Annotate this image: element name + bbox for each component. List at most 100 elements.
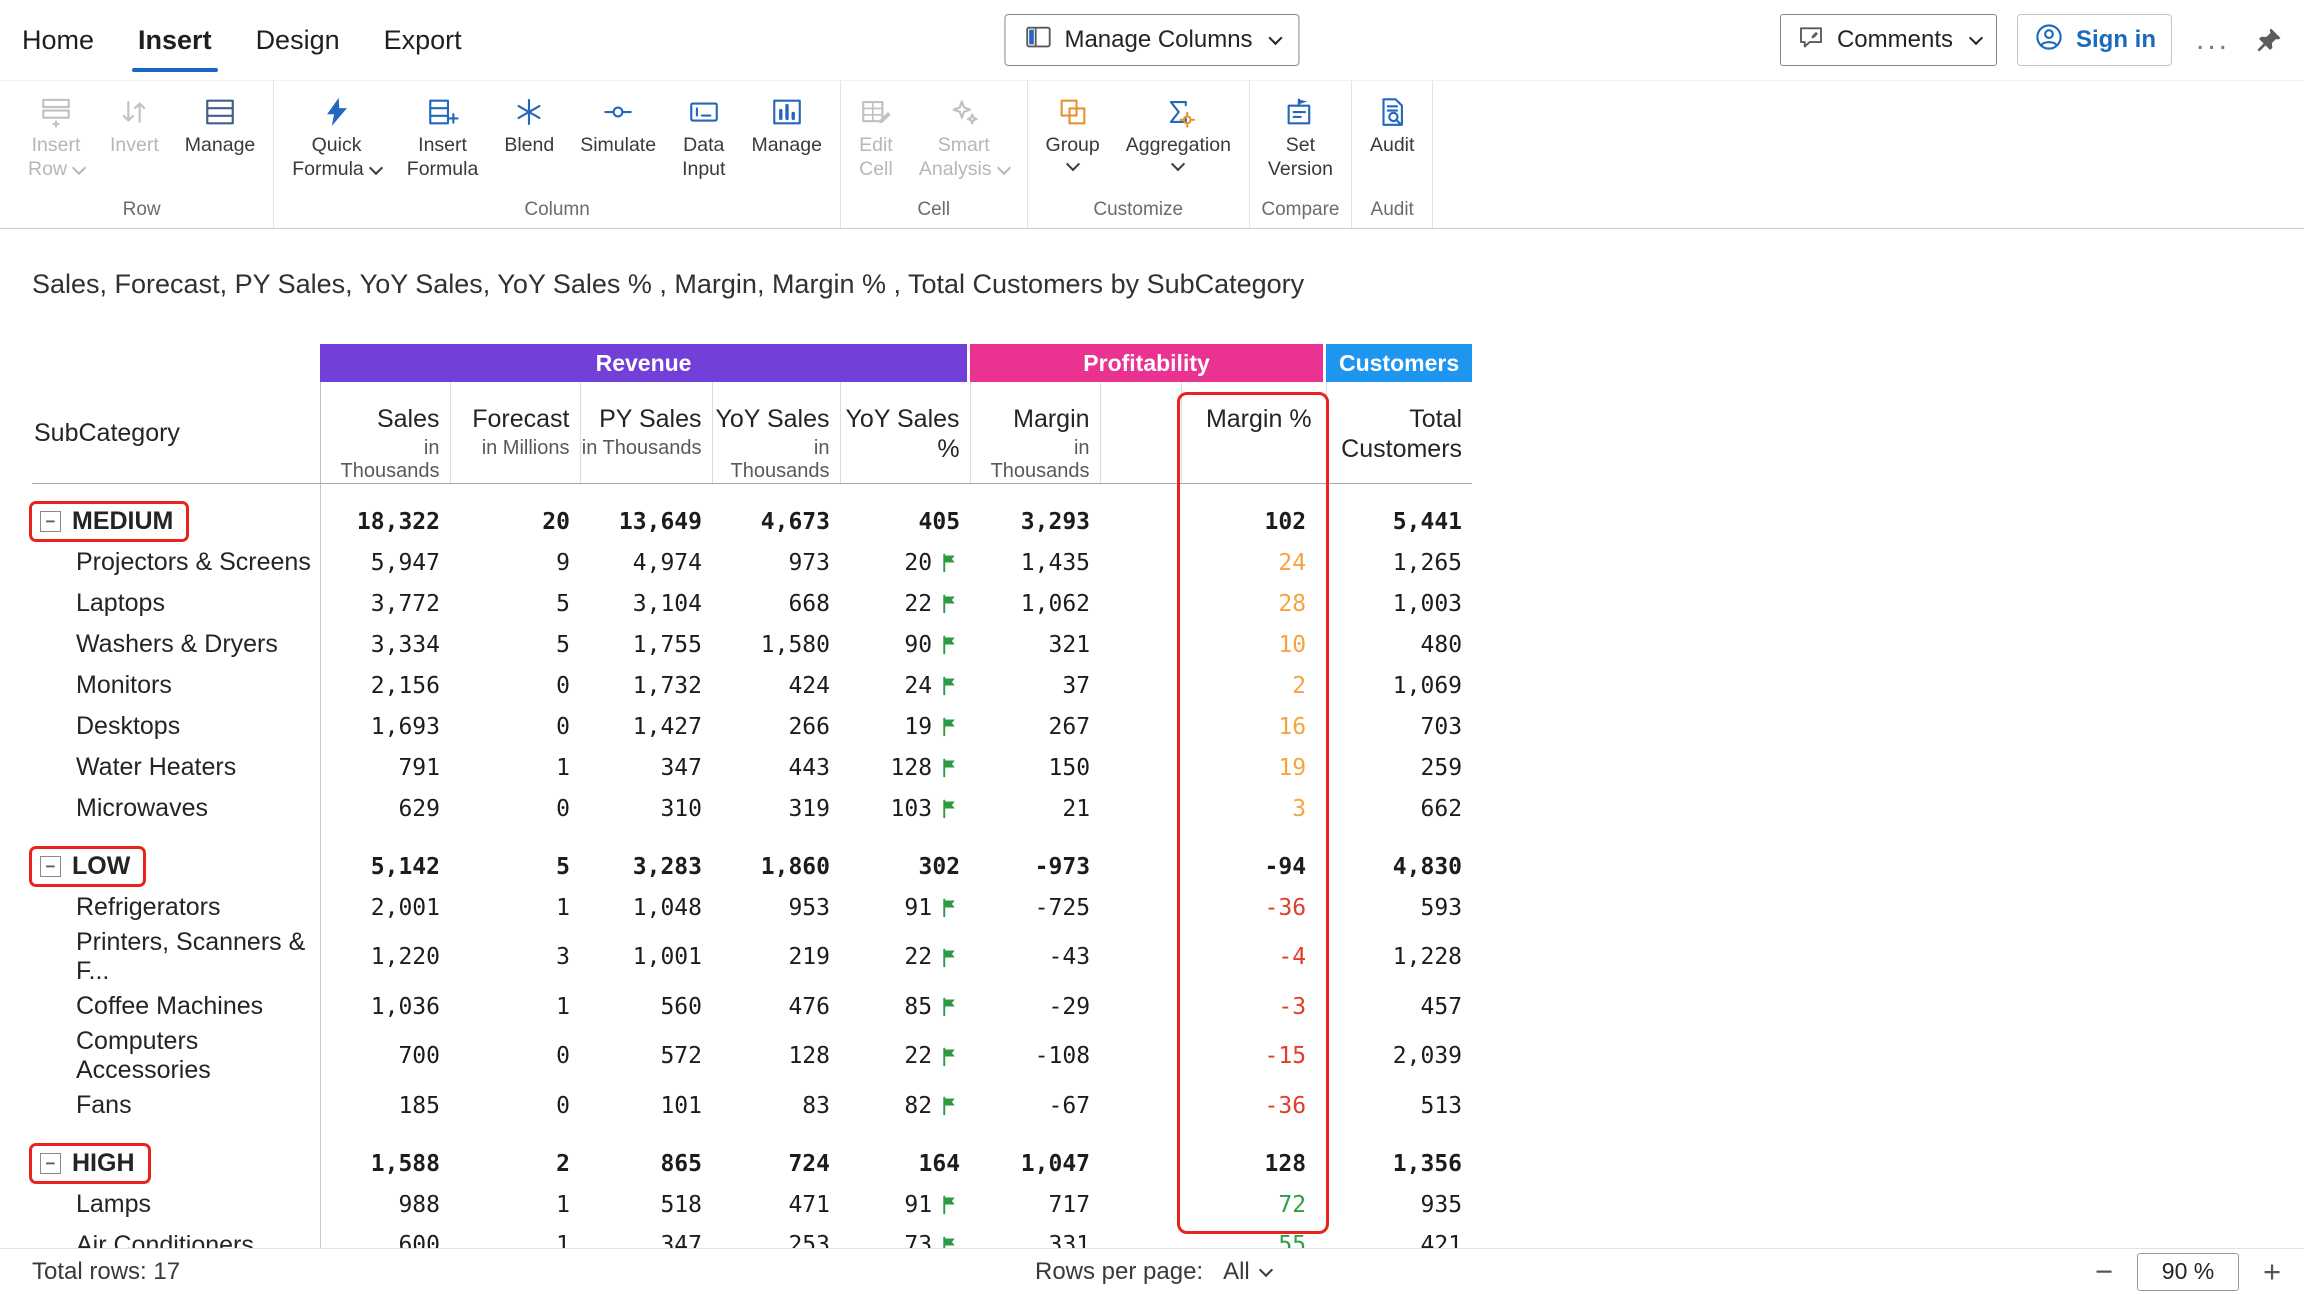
cell-py_sales[interactable]: 101 <box>580 1085 712 1126</box>
collapse-icon[interactable]: − <box>40 1153 61 1174</box>
ribbon-item-simulate[interactable]: Simulate <box>567 81 669 157</box>
cell-forecast[interactable]: 1 <box>450 747 580 788</box>
cell-margin_pct[interactable]: 19 <box>1181 747 1326 788</box>
cell-py_sales[interactable]: 1,048 <box>580 887 712 928</box>
ribbon-item-manage[interactable]: Manage <box>738 81 834 157</box>
tab-export[interactable]: Export <box>362 0 484 80</box>
cell-forecast[interactable]: 9 <box>450 542 580 583</box>
cell-yoy_pct[interactable]: 164 <box>840 1126 970 1184</box>
subcategory-cell[interactable]: −HIGH <box>32 1126 320 1184</box>
cell-sales[interactable]: 700 <box>320 1027 450 1085</box>
col-header-subcategory[interactable]: SubCategory <box>32 382 320 484</box>
cell-margin_pct[interactable]: 10 <box>1181 624 1326 665</box>
cell-margin[interactable]: 1,435 <box>970 542 1100 583</box>
cell-forecast[interactable]: 1 <box>450 1184 580 1225</box>
cell-yoy_pct[interactable]: 405 <box>840 484 970 543</box>
ribbon-item-set-version[interactable]: Set Version <box>1255 81 1346 181</box>
subcategory-cell[interactable]: Laptops <box>32 583 320 624</box>
cell-forecast[interactable]: 0 <box>450 665 580 706</box>
cell-py_sales[interactable]: 560 <box>580 986 712 1027</box>
cell-margin_pct[interactable]: -36 <box>1181 887 1326 928</box>
cell-margin[interactable]: 150 <box>970 747 1100 788</box>
cell-sales[interactable]: 185 <box>320 1085 450 1126</box>
cell-py_sales[interactable]: 13,649 <box>580 484 712 543</box>
cell-margin[interactable]: 717 <box>970 1184 1100 1225</box>
cell-margin[interactable]: 267 <box>970 706 1100 747</box>
subcategory-cell[interactable]: Refrigerators <box>32 887 320 928</box>
cell-customers[interactable]: 1,265 <box>1326 542 1472 583</box>
col-header-yoy-sales-pct[interactable]: YoY Sales % <box>840 382 970 484</box>
col-header-forecast[interactable]: Forecastin Millions <box>450 382 580 484</box>
col-header-py-sales[interactable]: PY Salesin Thousands <box>580 382 712 484</box>
cell-yoy_pct[interactable]: 24 <box>840 665 970 706</box>
cell-yoy_sales[interactable]: 1,860 <box>712 829 840 887</box>
ribbon-item-data-input[interactable]: Data Input <box>669 81 738 181</box>
cell-customers[interactable]: 1,228 <box>1326 928 1472 986</box>
cell-customers[interactable]: 259 <box>1326 747 1472 788</box>
cell-customers[interactable]: 662 <box>1326 788 1472 829</box>
cell-margin_pct[interactable]: -15 <box>1181 1027 1326 1085</box>
cell-sales[interactable]: 2,001 <box>320 887 450 928</box>
cell-py_sales[interactable]: 572 <box>580 1027 712 1085</box>
cell-customers[interactable]: 480 <box>1326 624 1472 665</box>
cell-yoy_sales[interactable]: 1,580 <box>712 624 840 665</box>
cell-forecast[interactable]: 2 <box>450 1126 580 1184</box>
cell-py_sales[interactable]: 310 <box>580 788 712 829</box>
cell-sales[interactable]: 1,036 <box>320 986 450 1027</box>
tab-design[interactable]: Design <box>234 0 362 80</box>
cell-py_sales[interactable]: 4,974 <box>580 542 712 583</box>
ribbon-item-audit[interactable]: Audit <box>1357 81 1427 157</box>
subcategory-cell[interactable]: Monitors <box>32 665 320 706</box>
subcategory-cell[interactable]: −LOW <box>32 829 320 887</box>
cell-margin_pct[interactable]: 3 <box>1181 788 1326 829</box>
cell-yoy_sales[interactable]: 724 <box>712 1126 840 1184</box>
cell-margin[interactable]: 1,047 <box>970 1126 1100 1184</box>
cell-py_sales[interactable]: 1,732 <box>580 665 712 706</box>
cell-margin_pct[interactable]: 72 <box>1181 1184 1326 1225</box>
cell-yoy_sales[interactable]: 668 <box>712 583 840 624</box>
cell-margin_pct[interactable]: -36 <box>1181 1085 1326 1126</box>
cell-sales[interactable]: 988 <box>320 1184 450 1225</box>
cell-margin[interactable]: -43 <box>970 928 1100 986</box>
cell-forecast[interactable]: 1 <box>450 986 580 1027</box>
cell-yoy_sales[interactable]: 973 <box>712 542 840 583</box>
subcategory-cell[interactable]: Lamps <box>32 1184 320 1225</box>
cell-py_sales[interactable]: 518 <box>580 1184 712 1225</box>
col-header-margin[interactable]: Marginin Thousands <box>970 382 1100 484</box>
cell-sales[interactable]: 791 <box>320 747 450 788</box>
cell-sales[interactable]: 3,334 <box>320 624 450 665</box>
cell-margin_pct[interactable]: -94 <box>1181 829 1326 887</box>
cell-customers[interactable]: 457 <box>1326 986 1472 1027</box>
cell-customers[interactable]: 4,830 <box>1326 829 1472 887</box>
col-header-margin-pct[interactable]: Margin % <box>1181 382 1326 484</box>
cell-py_sales[interactable]: 1,001 <box>580 928 712 986</box>
cell-sales[interactable]: 18,322 <box>320 484 450 543</box>
cell-margin_pct[interactable]: 24 <box>1181 542 1326 583</box>
cell-forecast[interactable]: 5 <box>450 829 580 887</box>
pin-icon[interactable] <box>2254 25 2284 55</box>
cell-yoy_pct[interactable]: 103 <box>840 788 970 829</box>
cell-py_sales[interactable]: 1,755 <box>580 624 712 665</box>
cell-customers[interactable]: 935 <box>1326 1184 1472 1225</box>
cell-yoy_sales[interactable]: 219 <box>712 928 840 986</box>
cell-margin[interactable]: 37 <box>970 665 1100 706</box>
ribbon-item-insert-formula[interactable]: Insert Formula <box>394 81 492 181</box>
subcategory-cell[interactable]: Washers & Dryers <box>32 624 320 665</box>
cell-yoy_pct[interactable]: 19 <box>840 706 970 747</box>
zoom-in-button[interactable]: + <box>2256 1256 2288 1287</box>
cell-yoy_pct[interactable]: 302 <box>840 829 970 887</box>
comments-button[interactable]: Comments <box>1780 14 1997 66</box>
cell-margin[interactable]: -67 <box>970 1085 1100 1126</box>
cell-yoy_sales[interactable]: 4,673 <box>712 484 840 543</box>
subcategory-cell[interactable]: Fans <box>32 1085 320 1126</box>
cell-margin[interactable]: -108 <box>970 1027 1100 1085</box>
cell-margin_pct[interactable]: 2 <box>1181 665 1326 706</box>
cell-forecast[interactable]: 0 <box>450 788 580 829</box>
cell-yoy_pct[interactable]: 82 <box>840 1085 970 1126</box>
cell-sales[interactable]: 1,220 <box>320 928 450 986</box>
cell-sales[interactable]: 5,947 <box>320 542 450 583</box>
ribbon-item-group[interactable]: Group <box>1033 81 1113 172</box>
cell-customers[interactable]: 593 <box>1326 887 1472 928</box>
cell-margin[interactable]: -973 <box>970 829 1100 887</box>
cell-yoy_sales[interactable]: 476 <box>712 986 840 1027</box>
